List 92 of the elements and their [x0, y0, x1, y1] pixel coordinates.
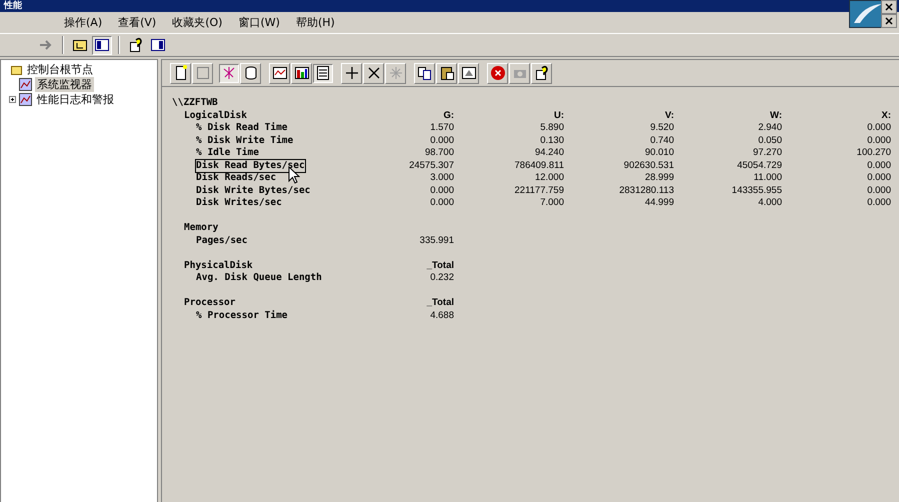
counter-value: 3.000: [429, 172, 454, 184]
counter-value: 7.000: [539, 197, 564, 210]
counter-value: 94.240: [534, 147, 564, 160]
counter-value: 0.740: [649, 134, 674, 147]
counter-value: 4.000: [757, 197, 782, 210]
counter-value: 0.000: [429, 134, 454, 147]
instance-header: W:: [769, 110, 782, 122]
sparkle-icon[interactable]: [385, 62, 406, 84]
report-icon[interactable]: [313, 64, 333, 82]
counter-value: 24575.307: [408, 160, 454, 172]
paste-icon[interactable]: [436, 62, 457, 84]
counter-value: 221177.759: [514, 184, 564, 197]
counter-name[interactable]: Pages/sec: [172, 234, 372, 247]
counter-value: 335.991: [418, 234, 454, 247]
tree-item[interactable]: 系统监视器: [35, 77, 94, 92]
counter-value: 0.050: [757, 134, 782, 147]
counter-value: 902630.531: [622, 160, 674, 172]
counter-value: 45054.729: [736, 160, 782, 172]
counter-value: 0.232: [429, 272, 454, 284]
counter-name[interactable]: % Disk Read Time: [172, 122, 372, 134]
instance-header: G:: [442, 110, 454, 122]
counter-value: 4.688: [429, 310, 454, 322]
chart-icon: [19, 93, 32, 106]
menu-item[interactable]: 收藏夹(O): [164, 15, 230, 30]
tree-item[interactable]: 性能日志和警报: [35, 92, 116, 107]
help-icon[interactable]: [531, 62, 552, 84]
counter-value: 28.999: [644, 172, 674, 184]
counter-value: 1.570: [429, 122, 454, 134]
delete-icon[interactable]: [363, 62, 384, 84]
chart-icon: [19, 78, 32, 91]
counter-name[interactable]: % Idle Time: [172, 147, 372, 160]
close-button[interactable]: [881, 14, 897, 28]
machine-name: \\ZZFTWB: [172, 97, 219, 110]
close-icon: [885, 17, 893, 25]
counter-value: 2.940: [757, 122, 782, 134]
counter-value: 0.000: [866, 134, 891, 147]
counter-value: 0.000: [866, 184, 891, 197]
menu-item[interactable]: 帮助(H): [288, 15, 343, 30]
object-name: LogicalDisk: [183, 110, 248, 122]
counter-value: 44.999: [644, 197, 674, 210]
counter-value: 11.000: [752, 172, 782, 184]
instance-header: _Total: [426, 297, 454, 310]
menu-item[interactable]: 窗口(W): [230, 15, 288, 30]
new-page-icon[interactable]: [170, 62, 191, 84]
counter-name[interactable]: Disk Write Bytes/sec: [172, 184, 372, 197]
page-icon[interactable]: [192, 62, 213, 84]
expand-icon[interactable]: [9, 96, 16, 103]
window-title: 性能: [0, 0, 899, 12]
counter-value: 98.700: [424, 147, 454, 160]
database-icon[interactable]: [240, 62, 261, 84]
counter-name[interactable]: Avg. Disk Queue Length: [172, 272, 372, 284]
add-icon[interactable]: [341, 62, 362, 84]
counter-value: 143355.955: [730, 184, 782, 197]
counter-value: 12.000: [534, 172, 564, 184]
counter-value: 2831280.113: [618, 184, 674, 197]
instance-header: U:: [552, 110, 564, 122]
instance-header: _Total: [426, 260, 454, 272]
counter-value: 786409.811: [514, 160, 564, 172]
histogram-icon[interactable]: [291, 62, 312, 84]
stop-icon[interactable]: [487, 62, 508, 84]
counter-value: 0.000: [866, 160, 891, 172]
tree-item[interactable]: 控制台根节点: [25, 62, 95, 77]
counter-value: 0.000: [429, 184, 454, 197]
counter-value: 100.270: [856, 147, 891, 160]
object-name: PhysicalDisk: [183, 260, 254, 272]
counter-value: 0.000: [866, 172, 891, 184]
instance-header: V:: [664, 110, 674, 122]
object-name: Processor: [183, 297, 236, 310]
line-chart-icon[interactable]: [269, 62, 290, 84]
counter-value: 0.000: [429, 197, 454, 210]
copy-icon[interactable]: [414, 62, 435, 84]
instance-header: X:: [880, 110, 891, 122]
panel-icon[interactable]: [92, 36, 112, 54]
close-button[interactable]: [881, 0, 897, 14]
camera-icon[interactable]: [509, 62, 530, 84]
counter-value: 0.130: [539, 134, 564, 147]
counter-name[interactable]: Disk Writes/sec: [172, 197, 372, 210]
counter-value: 97.270: [752, 147, 782, 160]
counter-name[interactable]: % Processor Time: [172, 310, 372, 322]
menu-item[interactable]: 操作(A): [56, 15, 110, 30]
menu-item[interactable]: 查看(V): [110, 15, 164, 30]
counter-value: 0.000: [866, 122, 891, 134]
counter-name[interactable]: Disk Reads/sec: [172, 172, 372, 184]
counter-value: 9.520: [649, 122, 674, 134]
counter-name[interactable]: % Disk Write Time: [172, 134, 372, 147]
counter-name[interactable]: Disk Read Bytes/sec: [196, 160, 305, 172]
counter-value: 0.000: [866, 197, 891, 210]
object-name: Memory: [183, 222, 220, 234]
close-icon: [885, 3, 893, 11]
counter-value: 5.890: [539, 122, 564, 134]
counter-value: 90.010: [644, 147, 674, 160]
folder-icon: [11, 64, 22, 74]
